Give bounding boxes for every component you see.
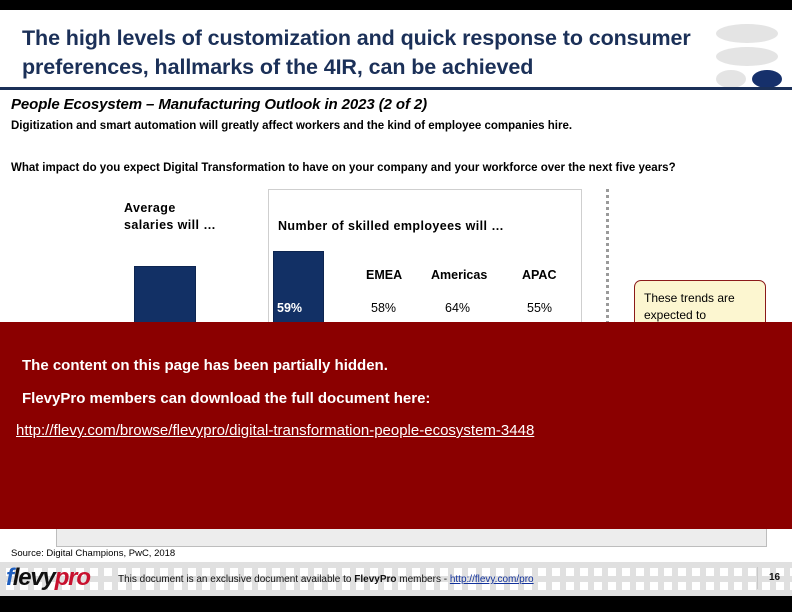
page-number: 16 [769,572,781,583]
bar-value-skilled-employees-total: 59% [277,301,303,315]
footer-notice-prefix: This document is an exclusive document a… [118,574,355,585]
group-label-line2: salaries will … [124,217,217,232]
slide-header: The high levels of customization and qui… [0,10,792,88]
header-divider [0,87,792,90]
chart-baseline-bar [56,528,767,547]
oval-shape-3 [716,70,746,88]
decorative-ovals [702,24,788,90]
footer-notice-middle: members - [396,574,450,585]
column-value-apac: 55% [527,301,553,315]
source-citation: Source: Digital Champions, PwC, 2018 [11,548,176,559]
overlay-line-1: The content on this page has been partia… [22,357,388,374]
section-description: Digitization and smart automation will g… [11,120,573,132]
column-value-americas: 64% [445,301,471,315]
group-label-line1: Average [124,201,176,215]
footer-notice: This document is an exclusive document a… [118,574,534,585]
footer-brand: FlevyPro [354,574,397,585]
survey-question: What impact do you expect Digital Transf… [11,162,676,174]
logo-text-pro: pro [54,564,91,591]
vertical-dotted-divider [606,189,609,334]
logo-letter-f: f [6,564,14,591]
panel-label-skilled-employees: Number of skilled employees will … [278,219,505,233]
hidden-content-overlay: The content on this page has been partia… [0,322,792,529]
column-header-apac: APAC [522,268,557,282]
footer-pro-link[interactable]: http://flevy.com/pro [450,574,534,585]
section-title: People Ecosystem – Manufacturing Outlook… [11,96,428,113]
overlay-line-2: FlevyPro members can download the full d… [22,390,431,407]
column-header-emea: EMEA [366,268,403,282]
footer-separator [757,567,758,589]
column-value-emea: 58% [371,301,397,315]
column-header-americas: Americas [431,268,488,282]
flevypro-logo: flevypro [6,564,91,591]
oval-shape-2 [716,47,778,66]
page-title: The high levels of customization and qui… [22,26,691,79]
callout-text: These trends are expected to [644,291,735,323]
oval-shape-accent [752,70,782,88]
oval-shape-1 [716,24,778,43]
bottom-letterbox-band [0,596,792,612]
overlay-download-link[interactable]: http://flevy.com/browse/flevypro/digital… [16,422,534,439]
top-letterbox-band [0,0,792,10]
logo-text-levy: levy [12,564,56,591]
slide: The high levels of customization and qui… [0,0,792,612]
group-label-average-salaries: Average salaries will … [124,200,216,234]
